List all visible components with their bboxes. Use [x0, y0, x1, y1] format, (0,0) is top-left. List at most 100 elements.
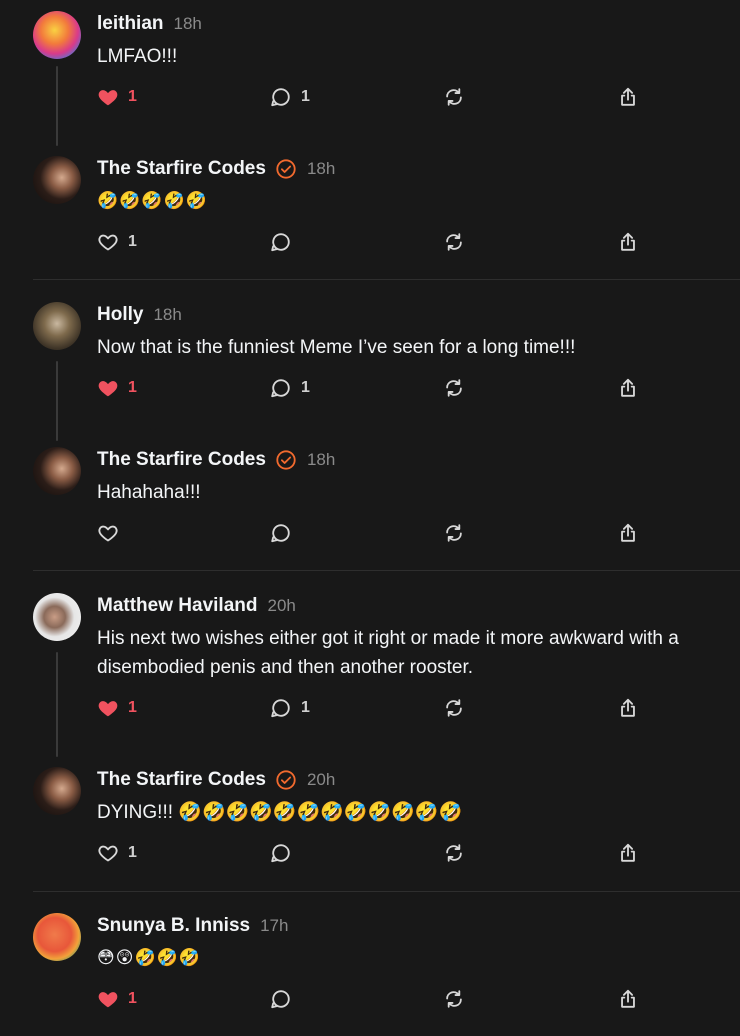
thread-line [56, 361, 58, 441]
thread-line [56, 652, 58, 757]
reply-count: 1 [301, 88, 310, 105]
repost-button[interactable] [443, 375, 465, 401]
thread-divider [33, 570, 740, 571]
repost-button[interactable] [443, 695, 465, 721]
post-header: The Starfire Codes 18h [97, 448, 335, 472]
repost-button[interactable] [443, 520, 465, 546]
comment-icon [271, 524, 290, 543]
comment-icon [271, 379, 290, 398]
share-button[interactable] [617, 520, 639, 546]
username[interactable]: The Starfire Codes [97, 769, 266, 791]
like-button[interactable]: 1 [97, 695, 137, 721]
timestamp[interactable]: 18h [174, 14, 202, 34]
avatar[interactable] [33, 593, 81, 641]
post-header: Holly 18h [97, 303, 182, 327]
share-icon [621, 698, 635, 717]
like-button[interactable]: 1 [97, 229, 137, 255]
reply-button[interactable] [270, 229, 301, 255]
timestamp[interactable]: 20h [267, 596, 295, 616]
avatar[interactable] [33, 767, 81, 815]
post-text: His next two wishes either got it right … [97, 624, 727, 682]
avatar[interactable] [33, 11, 81, 59]
action-bar: 1 [97, 229, 657, 255]
share-icon [621, 378, 635, 397]
post-text: LMFAO!!! [97, 42, 727, 71]
action-bar: 1 1 [97, 695, 657, 721]
avatar[interactable] [33, 302, 81, 350]
username[interactable]: Matthew Haviland [97, 595, 257, 617]
thread-divider [33, 279, 740, 280]
timestamp[interactable]: 17h [260, 916, 288, 936]
thread-line [56, 66, 58, 146]
heart-icon [98, 845, 118, 862]
share-button[interactable] [617, 986, 639, 1012]
verified-badge-icon [275, 449, 297, 471]
share-button[interactable] [617, 229, 639, 255]
share-button[interactable] [617, 84, 639, 110]
repost-button[interactable] [443, 229, 465, 255]
comment-icon [271, 88, 290, 107]
timestamp[interactable]: 18h [153, 305, 181, 325]
like-button[interactable]: 1 [97, 375, 137, 401]
reply-button[interactable] [270, 986, 301, 1012]
username[interactable]: The Starfire Codes [97, 158, 266, 180]
post-text-line: 🤣🤣🤣🤣🤣 [97, 191, 208, 211]
verified-badge-icon [275, 158, 297, 180]
post-header: Matthew Haviland 20h [97, 594, 296, 618]
like-button[interactable]: 1 [97, 84, 137, 110]
username[interactable]: Snunya B. Inniss [97, 915, 250, 937]
timestamp[interactable]: 18h [307, 159, 335, 179]
heart-icon [98, 992, 118, 1008]
username[interactable]: leithian [97, 13, 164, 35]
verified-badge-icon [275, 769, 297, 791]
reply-count: 1 [301, 699, 310, 716]
post-text-line: DYING!!! 🤣🤣🤣🤣🤣🤣🤣🤣🤣🤣🤣🤣 [97, 802, 463, 823]
reply-button[interactable] [270, 520, 301, 546]
post-text: 😳😲🤣🤣🤣 [97, 944, 727, 973]
like-count: 1 [128, 379, 137, 396]
action-bar: 1 [97, 840, 657, 866]
comment-icon [271, 699, 290, 718]
timestamp[interactable]: 18h [307, 450, 335, 470]
post-header: The Starfire Codes 18h [97, 157, 335, 181]
comment-icon [271, 990, 290, 1009]
timestamp[interactable]: 20h [307, 770, 335, 790]
heart-icon [98, 701, 118, 717]
post-text-line: disembodied penis and then another roost… [97, 657, 474, 678]
reply-button[interactable] [270, 840, 301, 866]
heart-icon [98, 90, 118, 106]
post-text: 🤣🤣🤣🤣🤣 [97, 187, 727, 216]
username[interactable]: Holly [97, 304, 143, 326]
reply-button[interactable]: 1 [270, 84, 310, 110]
share-icon [621, 87, 635, 106]
repost-button[interactable] [443, 986, 465, 1012]
action-bar [97, 520, 657, 546]
share-button[interactable] [617, 695, 639, 721]
repost-button[interactable] [443, 840, 465, 866]
share-button[interactable] [617, 840, 639, 866]
avatar[interactable] [33, 447, 81, 495]
reply-button[interactable]: 1 [270, 375, 310, 401]
post-header: The Starfire Codes 20h [97, 768, 335, 792]
avatar[interactable] [33, 156, 81, 204]
repost-button[interactable] [443, 84, 465, 110]
reply-button[interactable]: 1 [270, 695, 310, 721]
post-text-line: LMFAO!!! [97, 46, 178, 67]
comment-icon [271, 233, 290, 252]
like-count: 1 [128, 990, 137, 1007]
like-button[interactable] [97, 520, 128, 546]
like-count: 1 [128, 699, 137, 716]
username[interactable]: The Starfire Codes [97, 449, 266, 471]
share-button[interactable] [617, 375, 639, 401]
comment-icon [271, 844, 290, 863]
post-header: Snunya B. Inniss 17h [97, 914, 288, 938]
like-button[interactable]: 1 [97, 986, 137, 1012]
repost-icon [446, 844, 462, 862]
repost-icon [446, 990, 462, 1008]
share-icon [621, 523, 635, 542]
like-button[interactable]: 1 [97, 840, 137, 866]
heart-icon [98, 234, 118, 251]
avatar[interactable] [33, 913, 81, 961]
post-text-line: Now that is the funniest Meme I’ve seen … [97, 337, 576, 358]
post-text: Hahahaha!!! [97, 478, 727, 507]
